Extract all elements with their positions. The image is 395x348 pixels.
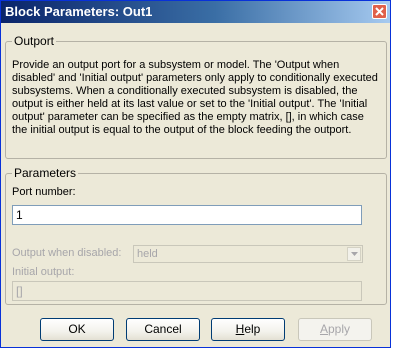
close-icon[interactable] xyxy=(372,4,387,19)
initial-output-label: Initial output: xyxy=(12,266,75,278)
outport-description: Provide an output port for a subsystem o… xyxy=(12,59,378,136)
outport-group: Outport Provide an output port for a sub… xyxy=(5,34,387,159)
port-number-label: Port number: xyxy=(12,186,76,198)
help-button-label: elp xyxy=(244,322,261,336)
block-parameters-dialog: Block Parameters: Out1 Outport Provide a… xyxy=(0,0,391,348)
apply-button-mnemonic: A xyxy=(319,322,328,336)
port-number-field[interactable]: 1 xyxy=(12,205,362,225)
window-title: Block Parameters: Out1 xyxy=(5,4,153,19)
title-bar[interactable]: Block Parameters: Out1 xyxy=(1,1,390,23)
apply-button-label: pply xyxy=(328,322,351,336)
output-when-disabled-value: held xyxy=(137,248,158,260)
ok-button[interactable]: OK xyxy=(40,318,114,341)
cancel-button[interactable]: Cancel xyxy=(126,318,200,341)
help-button[interactable]: Help xyxy=(211,318,285,341)
output-when-disabled-label: Output when disabled: xyxy=(12,247,122,259)
output-when-disabled-select[interactable]: held xyxy=(133,245,363,263)
parameters-group-label: Parameters xyxy=(12,166,79,180)
apply-button[interactable]: Apply xyxy=(298,318,372,341)
initial-output-field[interactable]: [] xyxy=(12,281,362,301)
parameters-group: Parameters Port number: 1 Output when di… xyxy=(5,166,387,305)
outport-group-label: Outport xyxy=(12,34,57,48)
chevron-down-icon[interactable] xyxy=(347,247,361,261)
